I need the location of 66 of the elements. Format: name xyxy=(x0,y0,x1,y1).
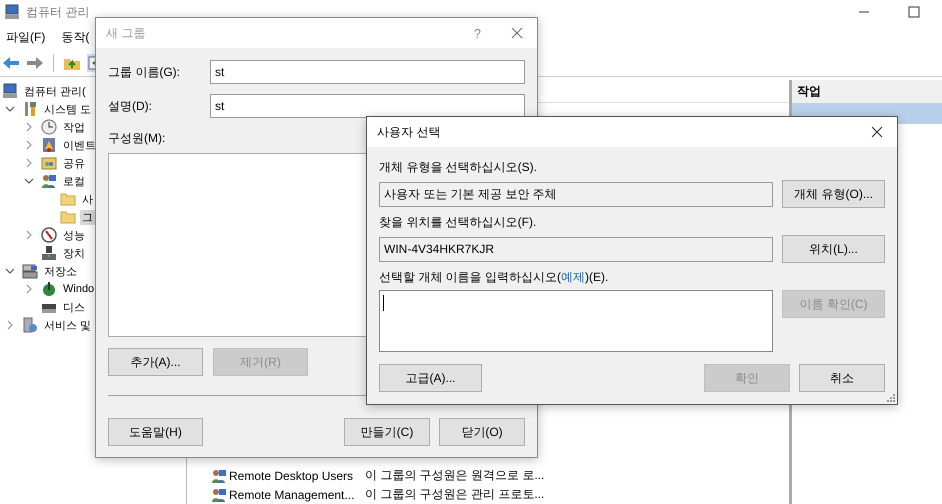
text-field[interactable]: st xyxy=(210,60,525,84)
tree-item[interactable]: 성능 xyxy=(61,228,87,242)
tree-item[interactable]: 사 xyxy=(80,192,95,206)
tree-item[interactable]: 컴퓨터 관리( xyxy=(22,84,88,98)
tools-icon xyxy=(22,101,38,117)
tree-item[interactable]: 디스 xyxy=(61,300,87,314)
services-icon xyxy=(22,317,38,333)
gauge-icon xyxy=(41,227,57,243)
dialog-button[interactable]: 개체 유형(O)... xyxy=(782,180,885,208)
tree-item[interactable]: 서비스 및 xyxy=(42,318,94,332)
tree-item[interactable]: 저장소 xyxy=(42,264,79,278)
folder-icon xyxy=(60,191,76,207)
device-icon xyxy=(41,245,57,261)
computer-icon xyxy=(2,83,18,99)
storage-icon xyxy=(22,263,38,279)
text-field[interactable]: st xyxy=(210,94,525,118)
close-icon[interactable] xyxy=(871,126,883,138)
maximize-icon[interactable] xyxy=(908,6,920,18)
readonly-field: 사용자 또는 기본 제공 보안 주체 xyxy=(379,182,773,206)
tree-item[interactable]: 작업 xyxy=(61,120,87,134)
group-description: 이 그룹의 구성원은 관리 프로토... xyxy=(365,486,544,503)
dialog-button[interactable]: 추가(A)... xyxy=(108,348,203,376)
dialog-button[interactable]: 도움말(H) xyxy=(108,418,203,446)
dialog-button[interactable]: 위치(L)... xyxy=(782,235,885,263)
backup-icon xyxy=(41,281,57,297)
tree-item[interactable]: Windo xyxy=(61,283,96,295)
field-label: 설명(D): xyxy=(108,98,153,114)
tree-item[interactable]: 장치 xyxy=(61,246,87,260)
users-icon xyxy=(211,468,227,484)
back-arrow-icon[interactable] xyxy=(2,55,20,71)
dialog-button[interactable]: 만들기(C) xyxy=(344,418,430,446)
examples-link[interactable]: 예제 xyxy=(561,270,585,284)
dialog-button[interactable]: 닫기(O) xyxy=(439,418,525,446)
field-label: 그룹 이름(G): xyxy=(108,64,181,80)
event-log-icon xyxy=(41,137,57,153)
actions-header: 작업 xyxy=(792,80,942,104)
clock-icon xyxy=(41,119,57,135)
users-icon xyxy=(41,173,57,189)
readonly-field: WIN-4V34HKR7KJR xyxy=(379,236,773,262)
tree-item[interactable]: 로컬 xyxy=(61,174,87,188)
members-label: 구성원(M): xyxy=(108,130,166,147)
group-description: 이 그룹의 구성원은 원격으로 로... xyxy=(365,467,544,484)
names-input-field[interactable] xyxy=(379,290,773,352)
tree-item[interactable]: 그 xyxy=(80,210,95,224)
field-label: 찾을 위치를 선택하십시오(F). xyxy=(379,214,538,231)
group-name[interactable]: Remote Management... xyxy=(229,488,363,502)
dialog-button[interactable]: 고급(A)... xyxy=(379,364,482,392)
forward-arrow-icon[interactable] xyxy=(26,55,44,71)
tree-item[interactable]: 공유 xyxy=(61,156,87,170)
field-label: 선택할 개체 이름을 입력하십시오(예제)(E). xyxy=(379,269,610,286)
menu-item[interactable]: 파일(F) xyxy=(6,28,46,46)
users-icon xyxy=(211,486,227,502)
shared-folder-icon xyxy=(41,155,57,171)
folder-icon xyxy=(60,209,76,225)
computer-icon xyxy=(4,4,20,20)
help-button[interactable]: ? xyxy=(474,26,481,40)
tree-item[interactable]: 시스템 도 xyxy=(42,102,94,116)
group-name[interactable]: Remote Desktop Users xyxy=(229,468,363,482)
field-label: 개체 유형을 선택하십시오(S). xyxy=(379,159,538,176)
tree-item[interactable]: 이벤트 xyxy=(61,138,98,152)
resize-grip-icon[interactable] xyxy=(887,394,895,402)
dialog-button[interactable]: 취소 xyxy=(799,364,885,392)
window-title: 컴퓨터 관리 xyxy=(26,4,90,20)
menu-item[interactable]: 동작( xyxy=(61,28,90,46)
dialog-title: 새 그룹 xyxy=(106,24,146,42)
dialog-title: 사용자 선택 xyxy=(377,124,440,140)
